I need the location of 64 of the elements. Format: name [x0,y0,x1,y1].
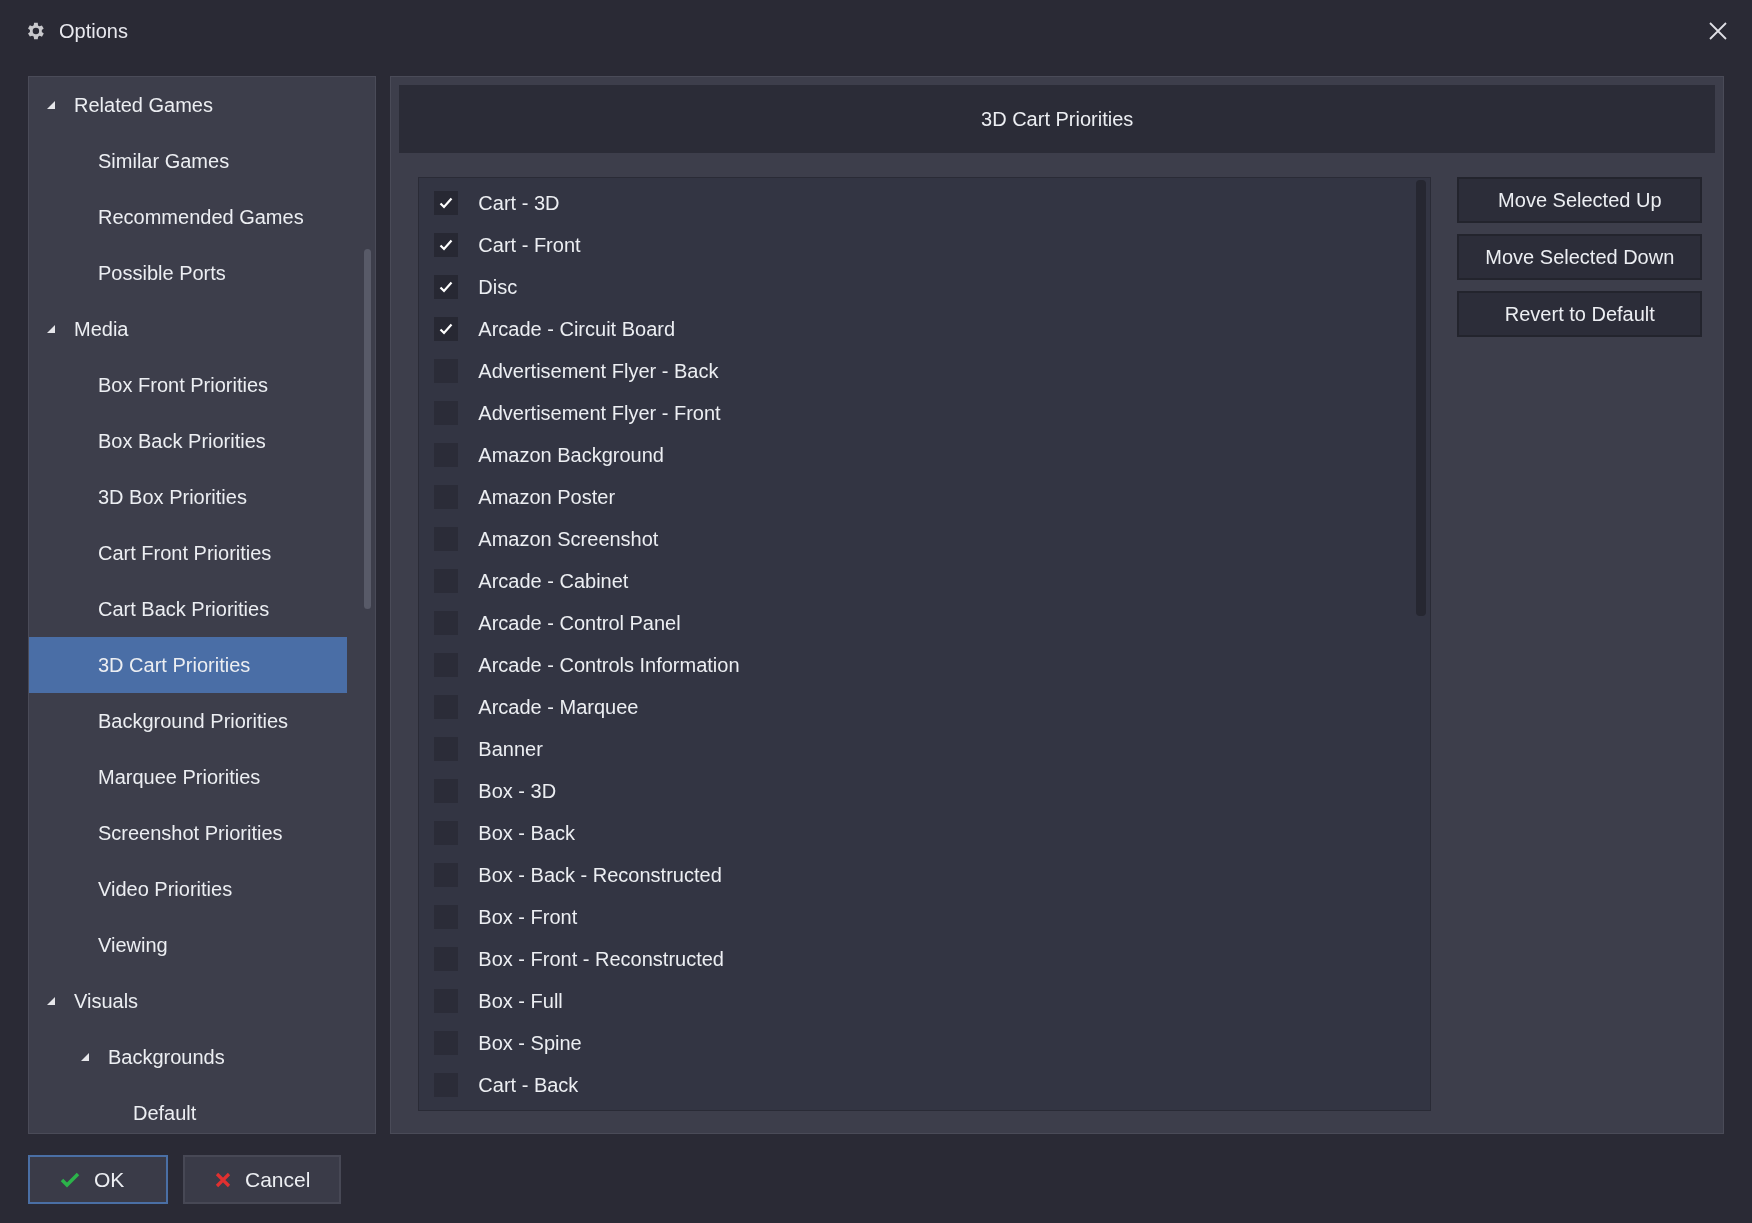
list-item-label[interactable]: Amazon Background [478,440,664,470]
dialog-button[interactable]: OK [28,1155,168,1204]
tree-item[interactable]: 3D Cart Priorities [29,637,348,693]
action-button[interactable]: Revert to Default [1457,291,1703,337]
tree-item[interactable]: Related Games [29,77,348,133]
tree-item[interactable]: Similar Games [29,133,348,189]
checkmark-icon [439,323,454,335]
tree-item[interactable]: Box Front Priorities [29,357,348,413]
tree-item[interactable]: 3D Box Priorities [29,469,348,525]
tree-item[interactable]: Possible Ports [29,245,348,301]
tree-item[interactable]: Recommended Games [29,189,348,245]
list-item-label[interactable]: Advertisement Flyer - Back [478,356,719,386]
list-item-label[interactable]: Arcade - Circuit Board [478,314,676,344]
tree-item[interactable]: Video Priorities [29,861,348,917]
list-item-label[interactable]: Amazon Poster [478,482,616,512]
list-item-label[interactable]: Box - Front - Reconstructed [478,944,724,974]
list-item-label[interactable]: Arcade - Marquee [478,692,639,722]
tree-item[interactable]: Box Back Priorities [29,413,348,469]
tree-item[interactable]: Marquee Priorities [29,749,348,805]
list-item-label[interactable]: Amazon Screenshot [478,524,659,554]
list-item-label[interactable]: Box - Back - Reconstructed [478,860,722,890]
expand-triangle-icon[interactable] [47,101,55,109]
list-item-label[interactable]: Banner [478,734,543,764]
scrollbar-thumb[interactable] [364,249,371,609]
action-button[interactable]: Move Selected Up [1457,177,1703,223]
list-item-label[interactable]: Box - Back [478,818,576,848]
checkbox[interactable] [434,275,459,299]
tree-item[interactable]: Default [29,1085,348,1133]
panel-title: 3D Cart Priorities [981,107,1134,132]
checkbox[interactable] [434,233,459,257]
list-item-label[interactable]: Cart - 3D [478,188,560,218]
expand-triangle-icon[interactable] [47,997,55,1005]
window-title: Options [59,19,128,44]
list-item-label[interactable]: Box - Spine [478,1028,582,1058]
tree-item[interactable]: Screenshot Priorities [29,805,348,861]
list-item-label[interactable]: Box - Full [478,986,563,1016]
checkmark-icon [60,1171,80,1188]
tree-item[interactable]: Cart Back Priorities [29,581,348,637]
checkmark-icon [439,239,454,251]
tree-item[interactable]: Cart Front Priorities [29,525,348,581]
list-item-label[interactable]: Arcade - Controls Information [478,650,740,680]
list-item-label[interactable]: Cart - Front [478,230,581,260]
list-item-label[interactable]: Advertisement Flyer - Front [478,398,721,428]
tree-item[interactable]: Background Priorities [29,693,348,749]
close-icon[interactable] [1708,21,1728,41]
dialog-button[interactable]: Cancel [183,1155,341,1204]
list-item-label[interactable]: Disc [478,272,518,302]
checkbox[interactable] [434,191,459,215]
tree-item[interactable]: Backgrounds [29,1029,348,1085]
checkbox[interactable] [434,317,459,341]
list-item-label[interactable]: Arcade - Control Panel [478,608,681,638]
tree-item[interactable]: Media [29,301,348,357]
list-item-label[interactable]: Cart - Back [478,1070,579,1100]
action-button[interactable]: Move Selected Down [1457,234,1703,280]
tree-item[interactable]: Visuals [29,973,348,1029]
list-item-label[interactable]: Box - 3D [478,776,557,806]
checkmark-icon [439,281,454,293]
expand-triangle-icon[interactable] [47,325,55,333]
list-item-label[interactable]: Box - Front [478,902,578,932]
cross-icon [215,1171,231,1188]
tree-item[interactable]: Viewing [29,917,348,973]
checkmark-icon [439,197,454,209]
expand-triangle-icon[interactable] [81,1053,89,1061]
list-item-label[interactable]: Arcade - Cabinet [478,566,629,596]
